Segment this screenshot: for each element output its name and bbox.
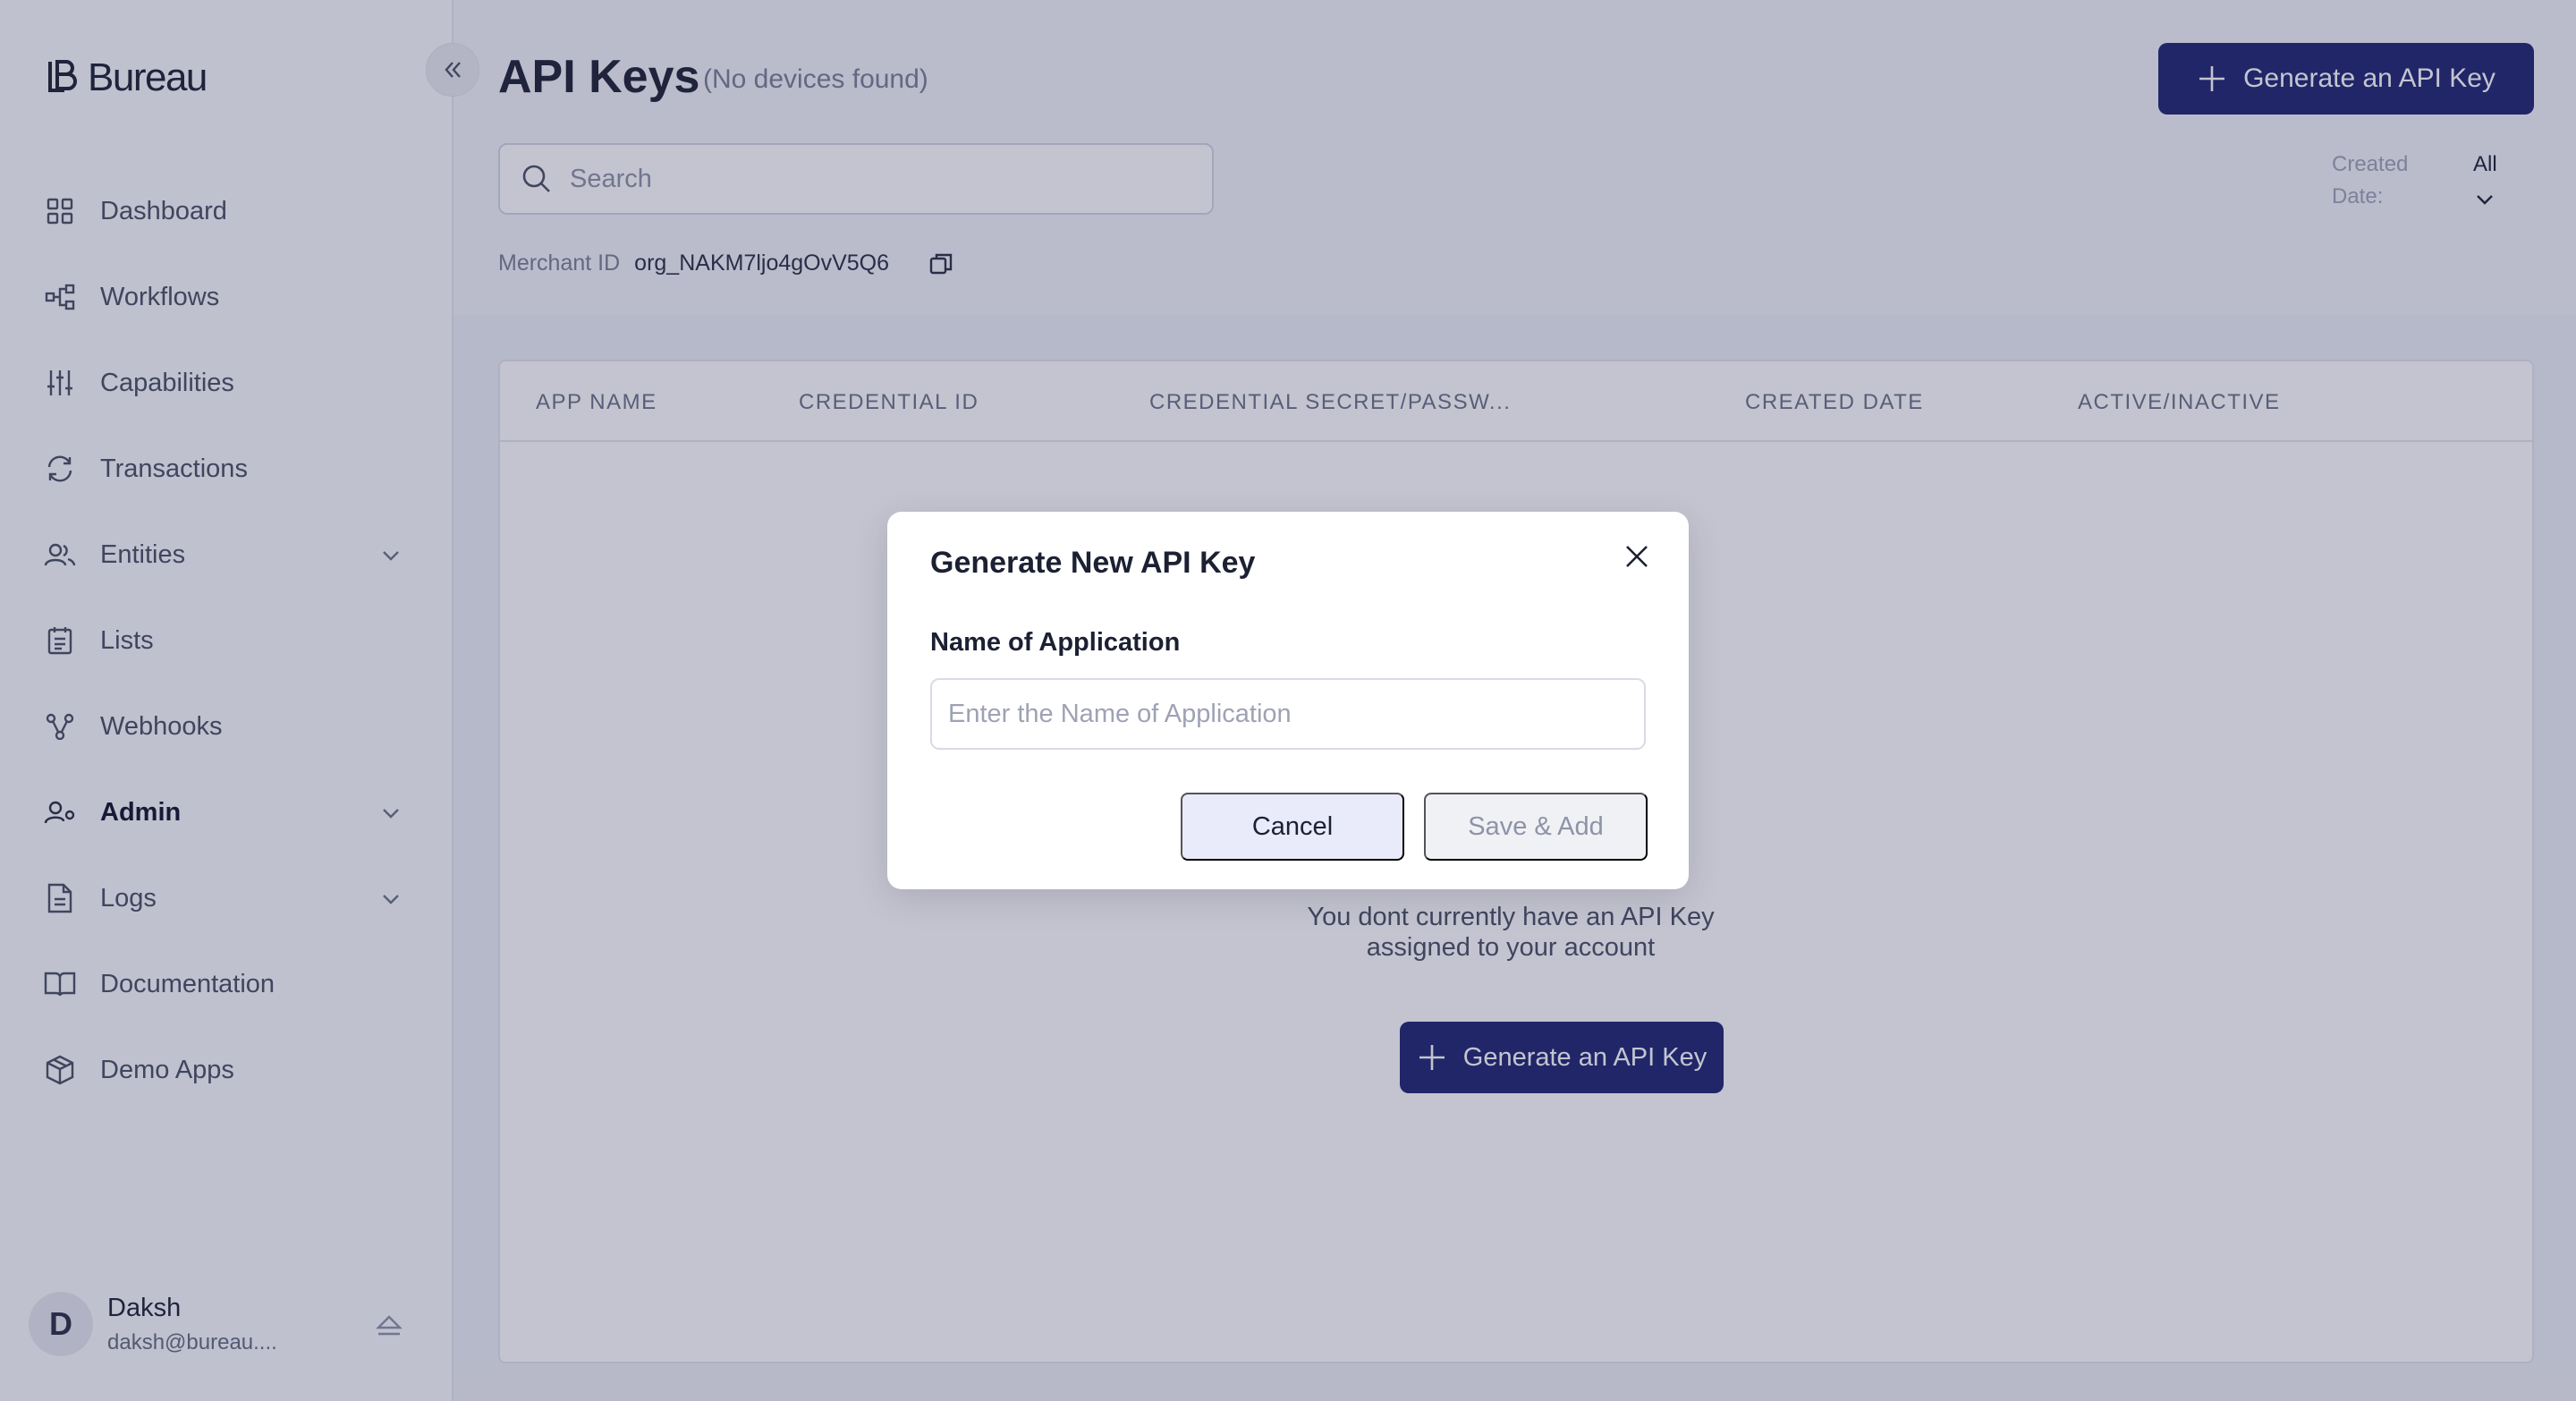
generate-api-key-modal: Generate New API Key Name of Application… (887, 512, 1689, 889)
modal-title: Generate New API Key (930, 546, 1256, 580)
cancel-button[interactable]: Cancel (1181, 793, 1404, 861)
application-name-input[interactable] (930, 678, 1646, 750)
close-button[interactable] (1619, 539, 1655, 574)
save-and-add-button[interactable]: Save & Add (1424, 793, 1648, 861)
close-icon (1626, 546, 1648, 567)
field-label: Name of Application (930, 628, 1181, 657)
